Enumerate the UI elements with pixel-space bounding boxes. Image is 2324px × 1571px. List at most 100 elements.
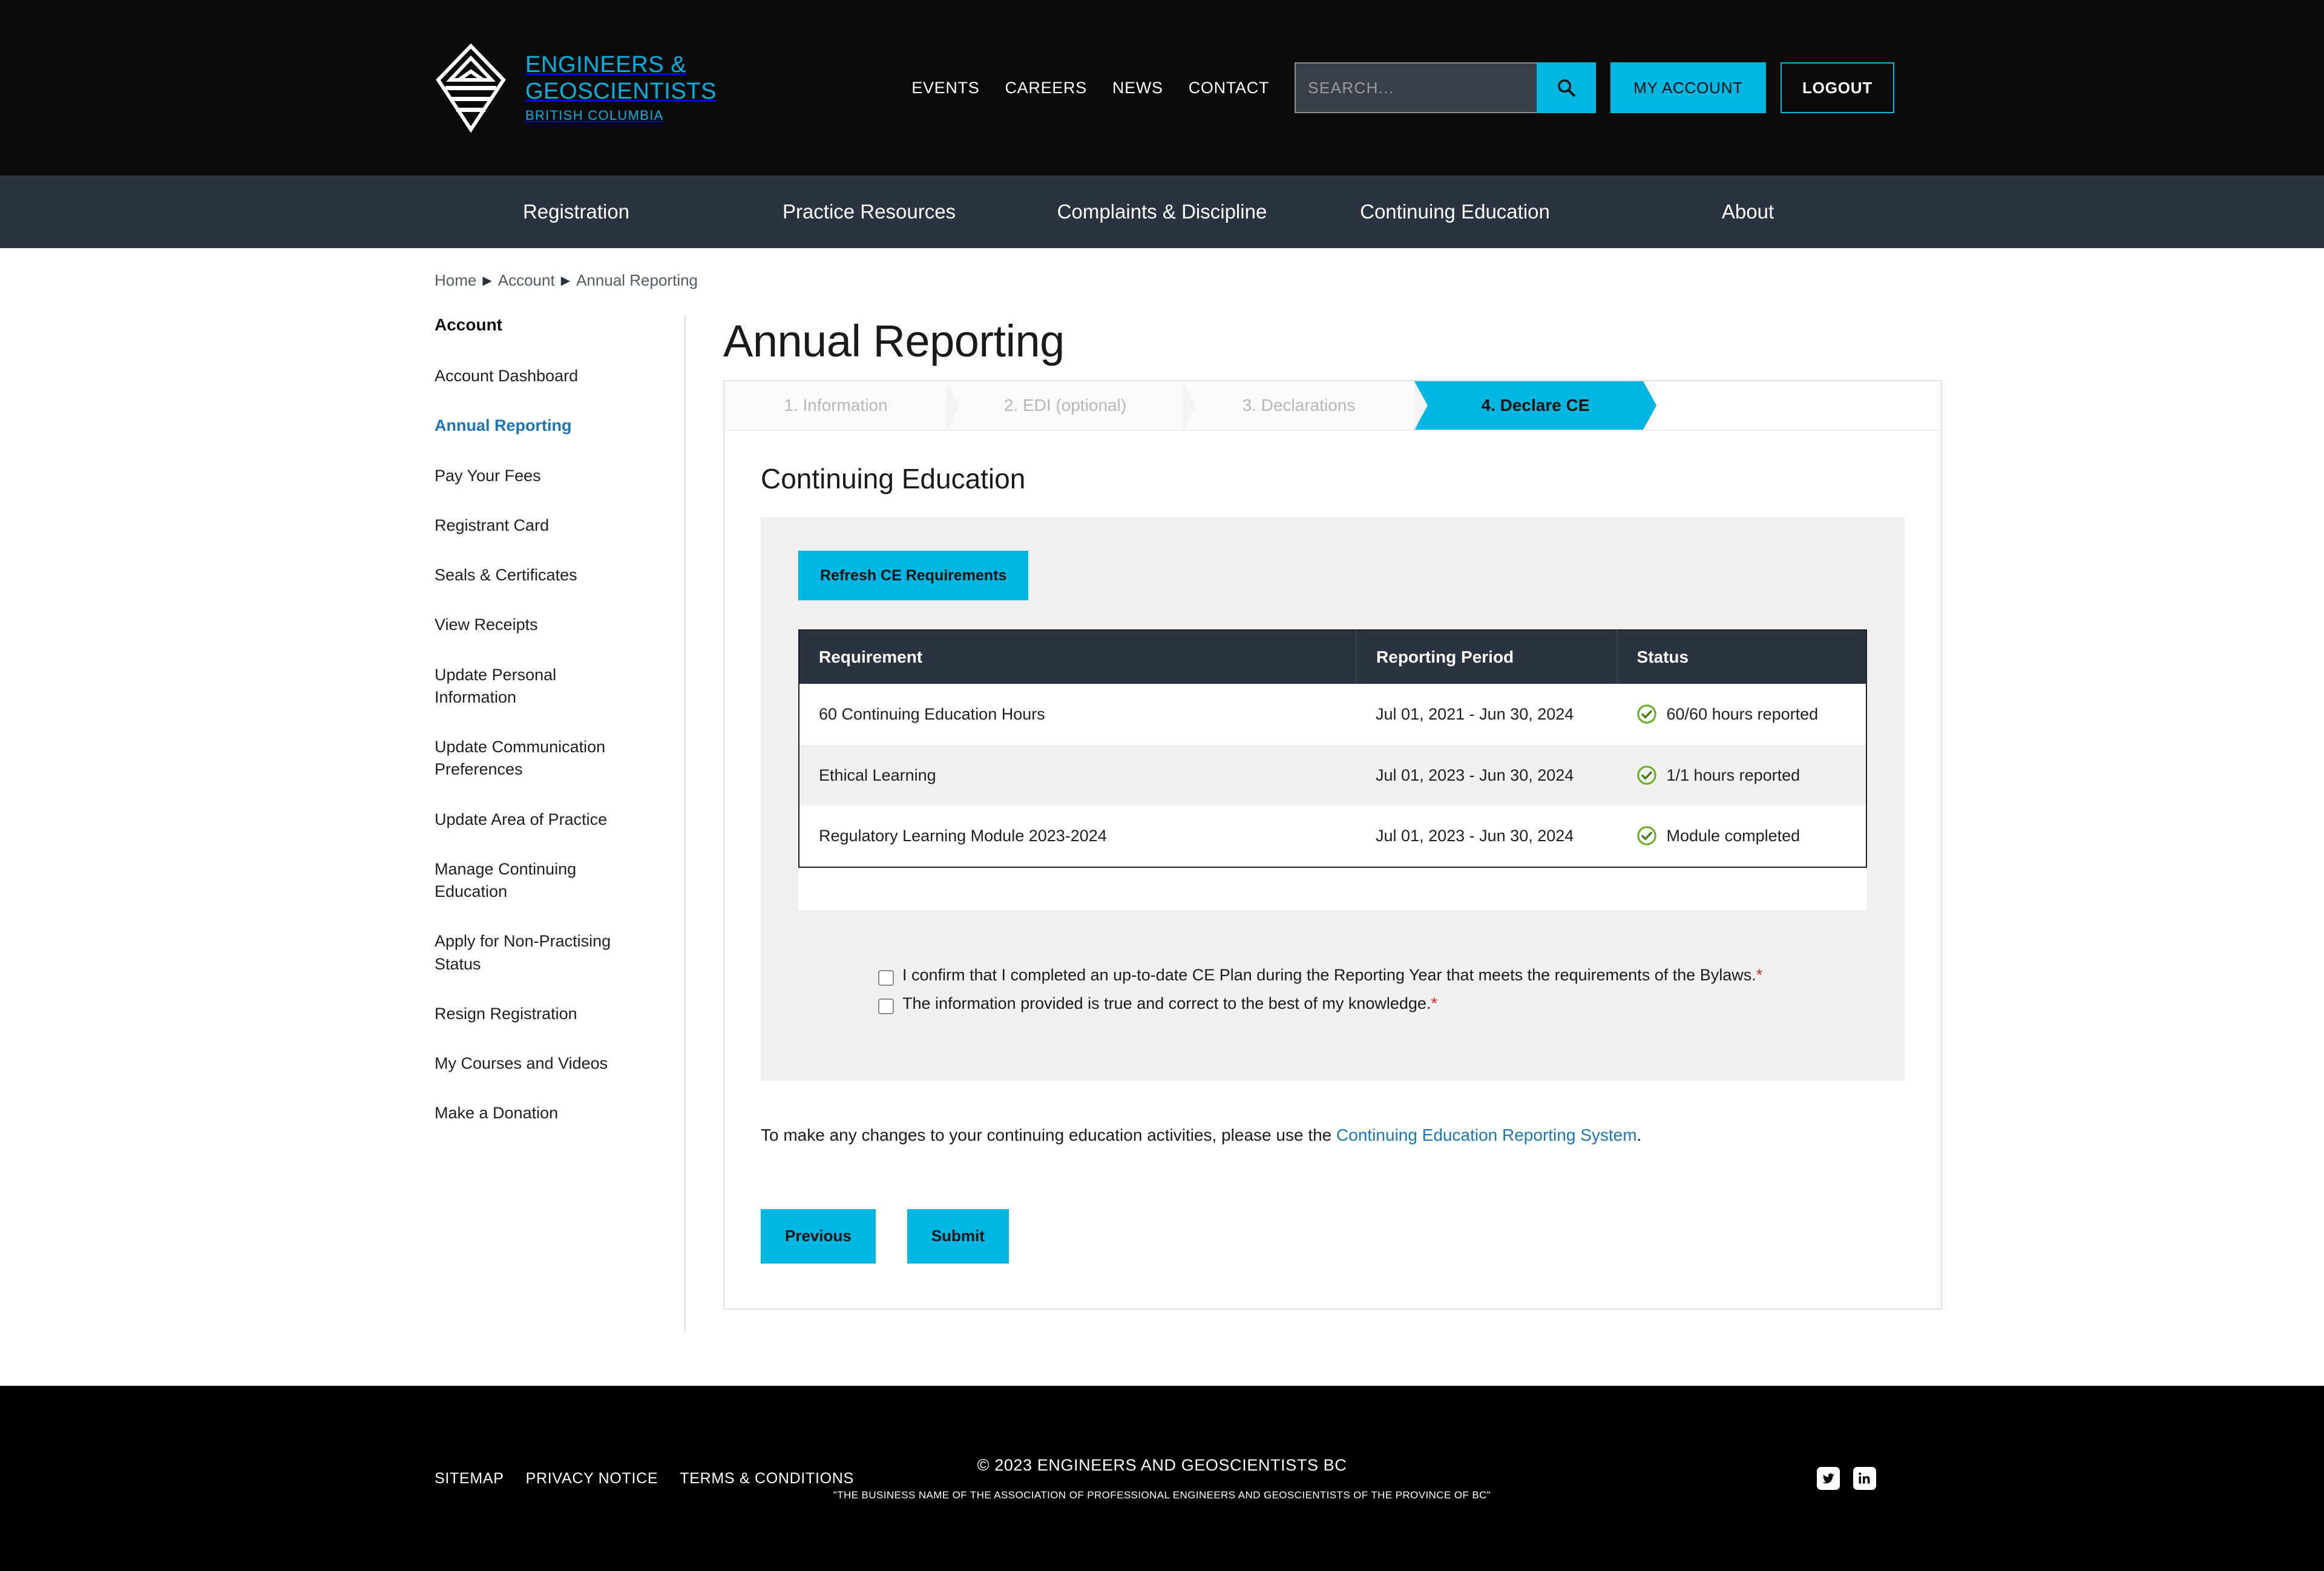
footer-link-sitemap[interactable]: SITEMAP — [435, 1470, 504, 1487]
sidebar-item-annual-reporting[interactable]: Annual Reporting — [435, 415, 634, 437]
breadcrumb-home[interactable]: Home — [435, 271, 476, 290]
previous-button[interactable]: Previous — [761, 1209, 876, 1264]
utility-link-careers[interactable]: CAREERS — [1005, 79, 1086, 97]
cell-requirement: Regulatory Learning Module 2023-2024 — [799, 805, 1357, 867]
checkbox-label-ce-plan: I confirm that I completed an up-to-date… — [902, 965, 1756, 984]
top-bar: ENGINEERS & GEOSCIENTISTS BRITISH COLUMB… — [0, 0, 2324, 175]
sidebar-item-seals-certificates[interactable]: Seals & Certificates — [435, 564, 634, 586]
required-marker: * — [1431, 994, 1437, 1012]
nav-item-about[interactable]: About — [1601, 200, 1894, 223]
breadcrumb-separator-icon: ▶ — [560, 274, 571, 287]
cell-status: 1/1 hours reported — [1617, 744, 1866, 805]
footer-copyright: © 2023 ENGINEERS AND GEOSCIENTISTS BC — [977, 1455, 1347, 1474]
brand-line-2: GEOSCIENTISTS — [525, 79, 717, 104]
ce-reporting-system-link[interactable]: Continuing Education Reporting System — [1336, 1126, 1637, 1144]
section-title: Continuing Education — [761, 463, 1026, 494]
wizard-step-declare-ce[interactable]: 4. Declare CE — [1414, 381, 1656, 430]
note-text-after: . — [1636, 1125, 1642, 1144]
page-title: Annual Reporting — [723, 316, 1065, 366]
site-logo-link[interactable]: ENGINEERS & GEOSCIENTISTS BRITISH COLUMB… — [435, 42, 717, 133]
sidebar-item-update-personal-information[interactable]: Update Personal Information — [435, 664, 634, 709]
ce-changes-note: To make any changes to your continuing e… — [761, 1126, 1905, 1145]
social-link-linkedin[interactable] — [1853, 1467, 1876, 1490]
sidebar-item-pay-your-fees[interactable]: Pay Your Fees — [435, 465, 634, 487]
utility-nav: EVENTS CAREERS NEWS CONTACT — [911, 79, 1269, 97]
checkbox-row-truthfulness[interactable]: The information provided is true and cor… — [878, 994, 1867, 1014]
sidebar-item-update-area-of-practice[interactable]: Update Area of Practice — [435, 808, 634, 831]
main-nav: Registration Practice Resources Complain… — [0, 175, 2324, 248]
sidebar-item-manage-continuing-education[interactable]: Manage Continuing Education — [435, 858, 634, 904]
utility-link-events[interactable]: EVENTS — [911, 79, 979, 97]
wizard-step-information[interactable]: 1. Information — [724, 381, 959, 430]
linkedin-icon — [1859, 1472, 1870, 1484]
brand-line-3: BRITISH COLUMBIA — [525, 108, 664, 123]
sidebar-item-account-dashboard[interactable]: Account Dashboard — [435, 365, 634, 387]
sidebar-item-registrant-card[interactable]: Registrant Card — [435, 514, 634, 537]
ce-requirements-box: Refresh CE Requirements Requirement Repo… — [761, 517, 1905, 1081]
footer-link-privacy-notice[interactable]: PRIVACY NOTICE — [526, 1470, 658, 1487]
sidebar-item-my-courses-and-videos[interactable]: My Courses and Videos — [435, 1052, 634, 1075]
ce-requirements-table: Requirement Reporting Period Status 60 C… — [798, 629, 1867, 868]
footer-legal-note: "THE BUSINESS NAME OF THE ASSOCIATION OF… — [833, 1489, 1491, 1501]
footer-link-terms-conditions[interactable]: TERMS & CONDITIONS — [680, 1470, 854, 1487]
sidebar-item-make-a-donation[interactable]: Make a Donation — [435, 1102, 634, 1124]
wizard-filler — [1656, 381, 1941, 430]
utility-link-news[interactable]: NEWS — [1112, 79, 1163, 97]
check-circle-icon — [1636, 826, 1656, 845]
breadcrumb-current: Annual Reporting — [576, 271, 698, 289]
nav-item-complaints-discipline[interactable]: Complaints & Discipline — [1016, 200, 1308, 223]
nav-item-practice-resources[interactable]: Practice Resources — [723, 200, 1016, 223]
cell-reporting-period: Jul 01, 2023 - Jun 30, 2024 — [1356, 744, 1617, 805]
column-header-status: Status — [1617, 630, 1866, 684]
account-sidebar: Account Account Dashboard Annual Reporti… — [430, 315, 686, 1332]
table-header-row: Requirement Reporting Period Status — [799, 630, 1866, 684]
wizard-step-edi[interactable]: 2. EDI (optional) — [947, 381, 1195, 430]
refresh-ce-requirements-button[interactable]: Refresh CE Requirements — [798, 551, 1029, 600]
sidebar-item-view-receipts[interactable]: View Receipts — [435, 614, 634, 636]
footer-social-links — [1817, 1467, 1876, 1490]
sidebar-item-resign-registration[interactable]: Resign Registration — [435, 1003, 634, 1025]
submit-button[interactable]: Submit — [907, 1209, 1009, 1264]
nav-item-registration[interactable]: Registration — [430, 200, 723, 223]
table-row: Regulatory Learning Module 2023-2024 Jul… — [799, 805, 1866, 867]
status-text: 1/1 hours reported — [1666, 766, 1800, 784]
utility-link-contact[interactable]: CONTACT — [1189, 79, 1269, 97]
main-content: Annual Reporting 1. Information 2. EDI (… — [686, 315, 1942, 1332]
declaration-checkboxes: I confirm that I completed an up-to-date… — [798, 966, 1867, 1014]
my-account-button[interactable]: MY ACCOUNT — [1610, 62, 1766, 113]
table-header: Requirement Reporting Period Status — [799, 630, 1866, 684]
check-circle-icon — [1636, 704, 1656, 724]
brand-wordmark: ENGINEERS & GEOSCIENTISTS BRITISH COLUMB… — [525, 53, 717, 122]
logout-button[interactable]: LOGOUT — [1780, 62, 1894, 113]
footer-links: SITEMAP PRIVACY NOTICE TERMS & CONDITION… — [435, 1470, 854, 1487]
breadcrumb: Home ▶ Account ▶ Annual Reporting — [430, 248, 1894, 290]
search-input[interactable] — [1295, 62, 1537, 113]
nav-item-continuing-education[interactable]: Continuing Education — [1308, 200, 1601, 223]
site-footer: SITEMAP PRIVACY NOTICE TERMS & CONDITION… — [0, 1386, 2324, 1571]
column-header-reporting-period: Reporting Period — [1356, 630, 1618, 684]
header-utilities: EVENTS CAREERS NEWS CONTACT MY ACCOUNT L… — [911, 62, 1894, 113]
cell-status: Module completed — [1617, 805, 1866, 867]
note-text-before: To make any changes to your continuing e… — [761, 1125, 1337, 1144]
footer-legal-block: © 2023 ENGINEERS AND GEOSCIENTISTS BC "T… — [833, 1456, 1491, 1501]
status-text: 60/60 hours reported — [1666, 705, 1819, 723]
column-header-requirement: Requirement — [799, 630, 1357, 684]
annual-reporting-panel: 1. Information 2. EDI (optional) 3. Decl… — [723, 380, 1942, 1310]
twitter-icon — [1822, 1473, 1834, 1484]
cell-reporting-period: Jul 01, 2023 - Jun 30, 2024 — [1356, 805, 1617, 867]
checkbox-row-ce-plan[interactable]: I confirm that I completed an up-to-date… — [878, 966, 1867, 986]
social-link-twitter[interactable] — [1817, 1467, 1840, 1490]
egbc-diamond-logo-icon — [436, 43, 506, 133]
required-marker: * — [1756, 965, 1763, 984]
cell-status: 60/60 hours reported — [1617, 684, 1866, 745]
checkbox-truthfulness[interactable] — [878, 998, 894, 1014]
sidebar-item-apply-non-practising-status[interactable]: Apply for Non-Practising Status — [435, 930, 634, 976]
wizard-step-declarations[interactable]: 3. Declarations — [1183, 381, 1426, 430]
checkbox-ce-plan[interactable] — [878, 969, 894, 986]
breadcrumb-separator-icon: ▶ — [482, 274, 492, 287]
checkbox-label-truthfulness: The information provided is true and cor… — [902, 994, 1431, 1012]
sidebar-item-update-communication-preferences[interactable]: Update Communication Preferences — [435, 736, 634, 781]
breadcrumb-account[interactable]: Account — [498, 271, 555, 290]
status-text: Module completed — [1666, 827, 1800, 845]
search-submit-button[interactable] — [1537, 62, 1597, 113]
